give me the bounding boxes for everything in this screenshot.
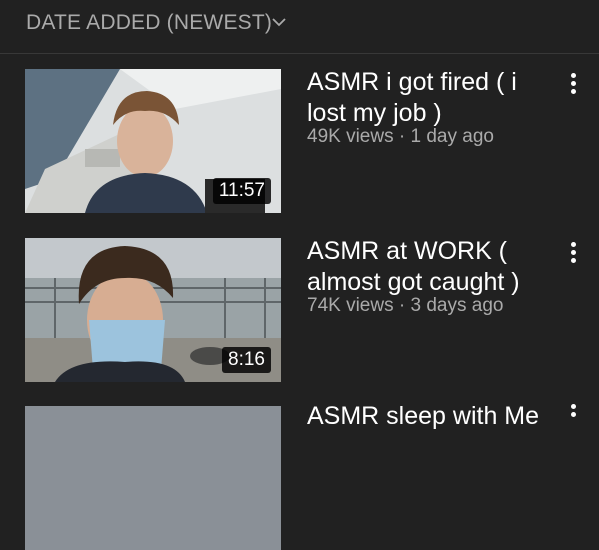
sort-label[interactable]: DATE ADDED (NEWEST) [26, 11, 272, 35]
video-thumbnail[interactable] [25, 406, 281, 550]
more-vert-icon[interactable] [564, 242, 582, 266]
video-thumbnail[interactable]: 11:57 [25, 69, 281, 213]
upload-age: 1 day ago [410, 126, 494, 147]
sort-bar[interactable]: DATE ADDED (NEWEST) [0, 0, 599, 54]
video-title[interactable]: ASMR i got fired ( i lost my job ) [307, 67, 552, 129]
meta-separator: · [398, 295, 406, 316]
video-thumbnail[interactable]: 8:16 [25, 238, 281, 382]
video-meta: 74K views · 3 days ago [307, 295, 503, 317]
meta-separator: · [398, 126, 406, 147]
video-duration: 11:57 [212, 178, 271, 204]
more-vert-icon[interactable] [564, 73, 582, 97]
view-count: 74K views [307, 295, 394, 316]
chevron-down-icon[interactable] [271, 14, 287, 30]
view-count: 49K views [307, 126, 394, 147]
video-title[interactable]: ASMR at WORK ( almost got caught ) [307, 236, 552, 298]
video-duration: 8:16 [222, 347, 271, 373]
upload-age: 3 days ago [410, 295, 504, 316]
video-meta: 49K views · 1 day ago [307, 126, 494, 148]
more-vert-icon[interactable] [564, 404, 582, 428]
video-title[interactable]: ASMR sleep with Me [307, 402, 539, 431]
